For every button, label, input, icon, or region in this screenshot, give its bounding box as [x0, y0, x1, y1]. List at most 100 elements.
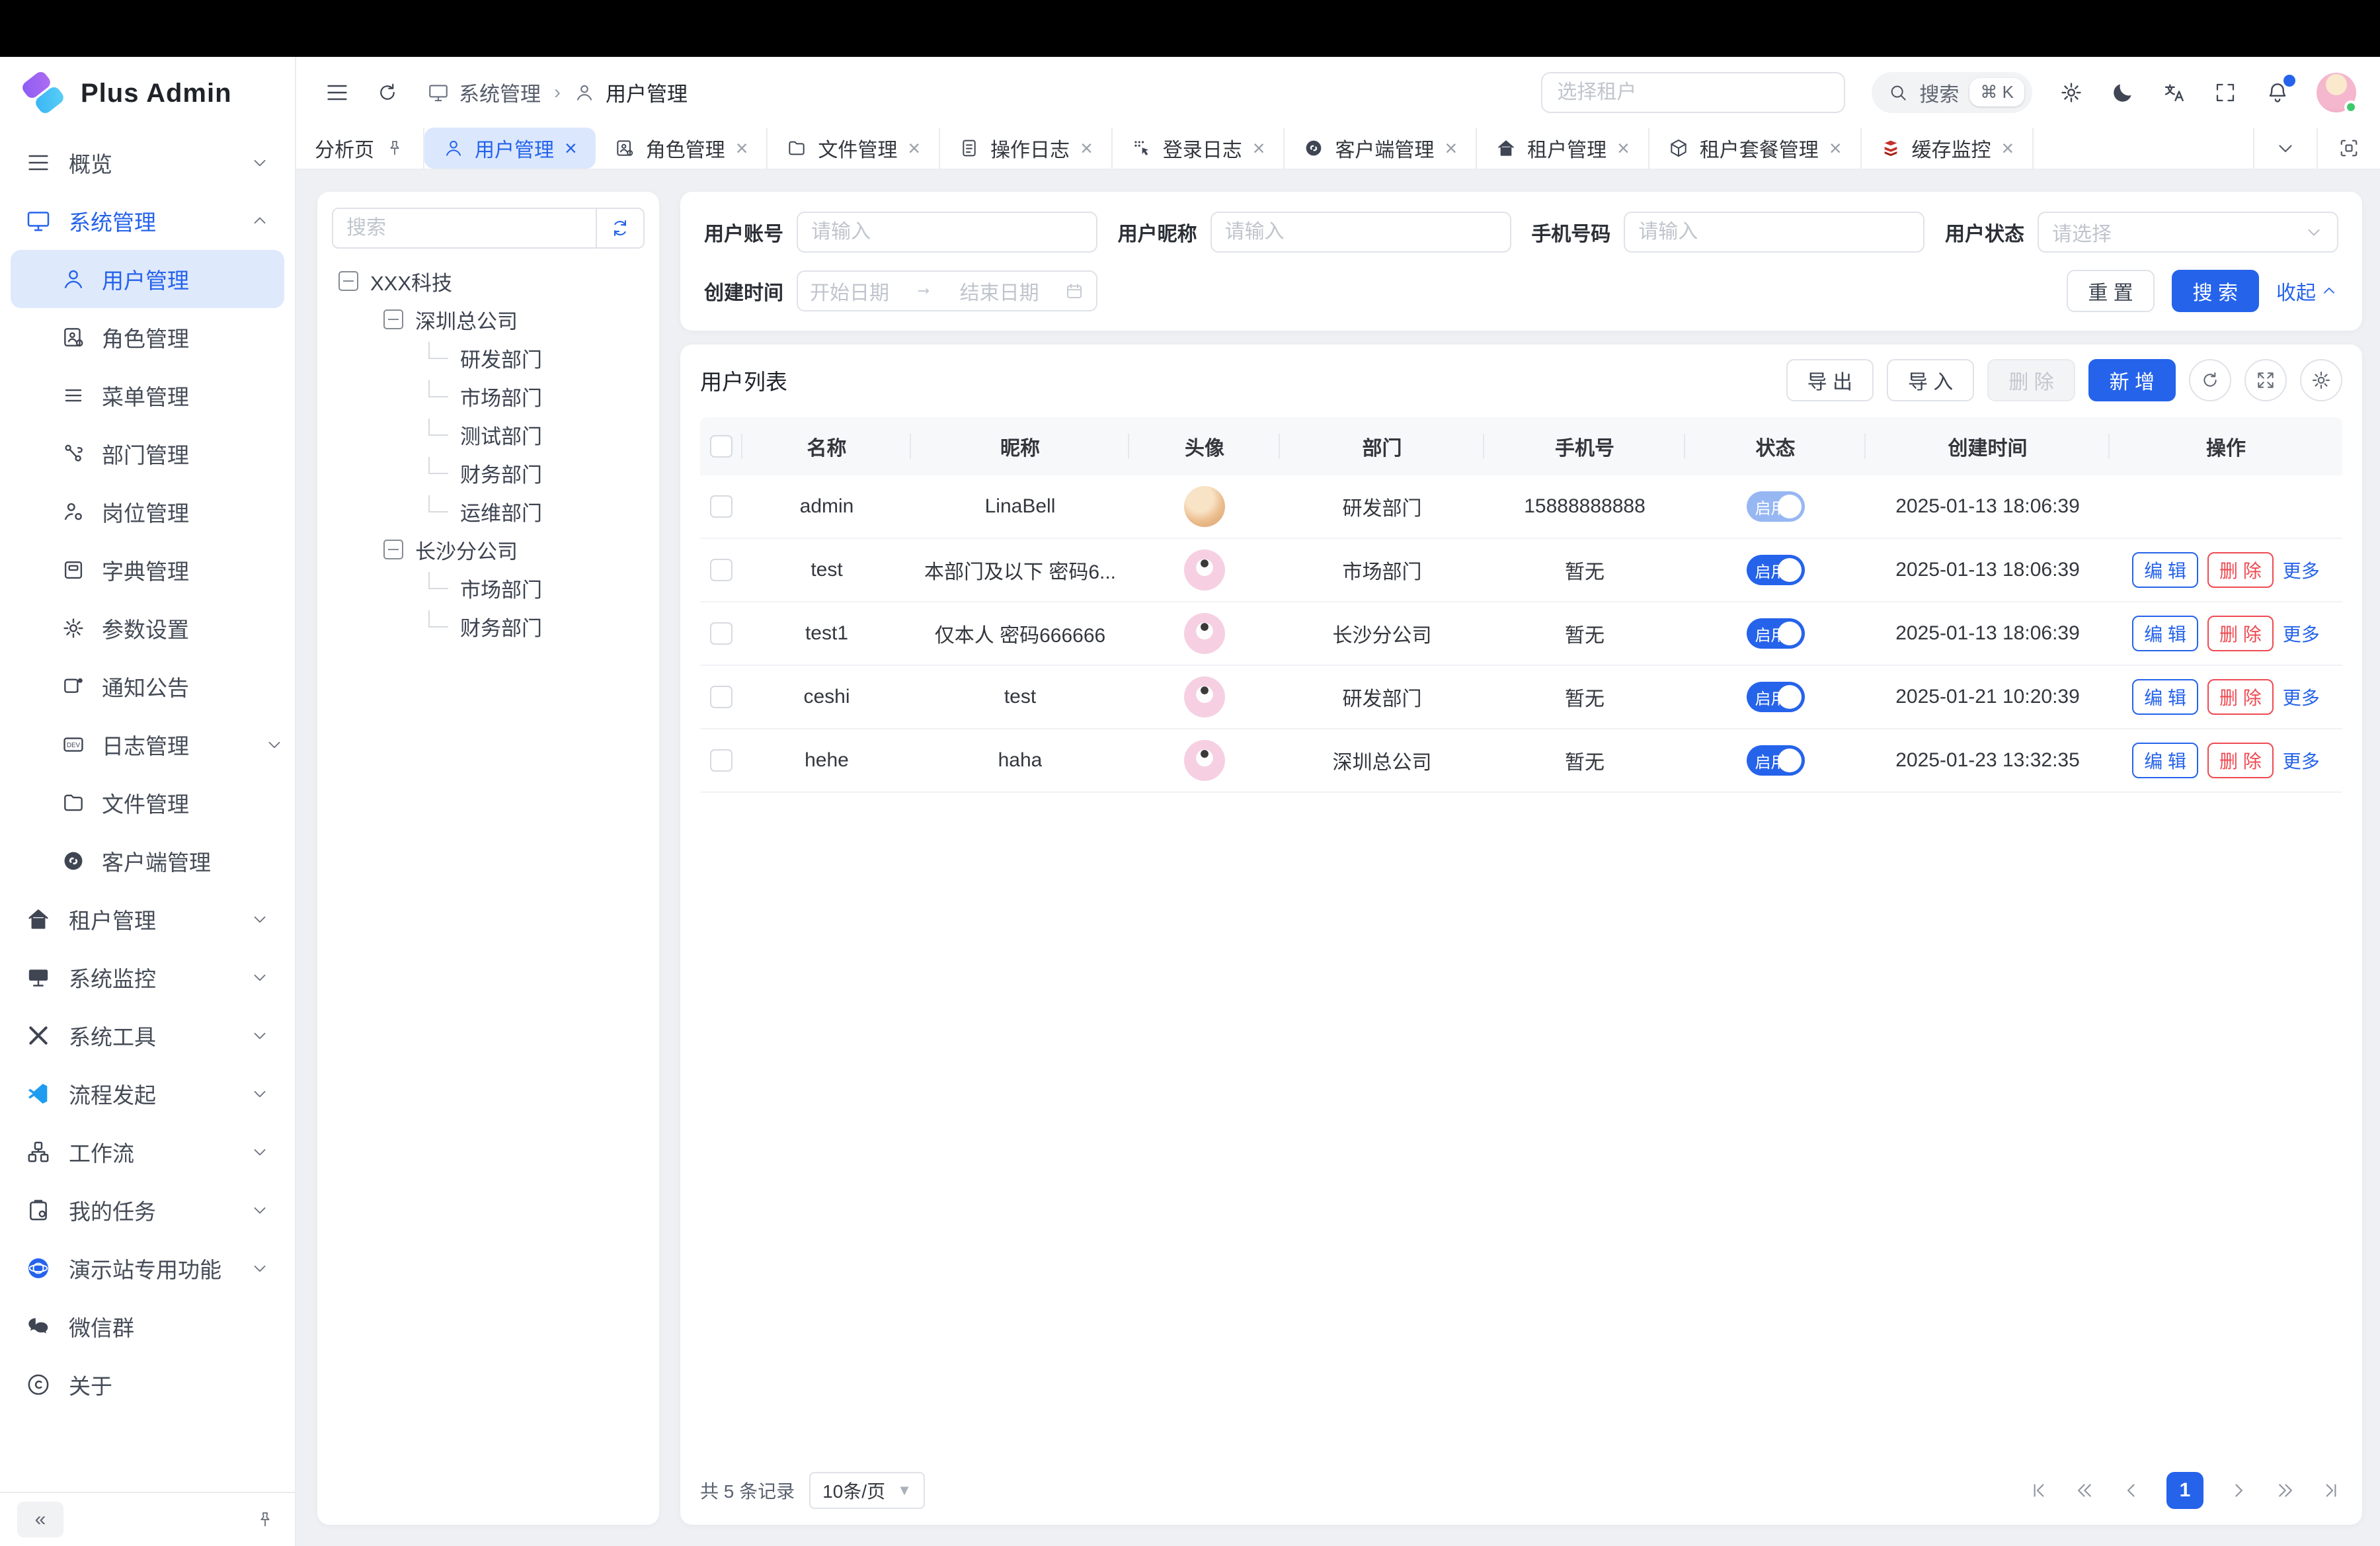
table-settings-button[interactable]: [2300, 359, 2342, 401]
add-button[interactable]: 新 增: [2088, 359, 2176, 401]
create-time-range-picker[interactable]: 开始日期 结束日期: [797, 270, 1097, 311]
table-refresh-button[interactable]: [2189, 359, 2231, 401]
tree-search-input[interactable]: [332, 208, 596, 249]
tree-node[interactable]: 财务部门: [332, 607, 645, 645]
pin-icon[interactable]: [385, 138, 405, 158]
sidebar-item[interactable]: 字典管理: [11, 541, 284, 599]
settings-gear-icon[interactable]: [2059, 80, 2084, 105]
export-button[interactable]: 导 出: [1786, 359, 1874, 401]
sidebar-item[interactable]: 系统监控: [0, 948, 295, 1006]
user-nickname-input[interactable]: [1210, 212, 1511, 253]
language-translate-icon[interactable]: [2162, 80, 2187, 105]
current-page-button[interactable]: 1: [2166, 1472, 2203, 1509]
status-toggle[interactable]: 启用: [1747, 682, 1805, 712]
first-page-button[interactable]: [2028, 1479, 2050, 1502]
tab[interactable]: 客户端管理×: [1285, 128, 1477, 169]
batch-delete-button[interactable]: 删 除: [1987, 359, 2075, 401]
page-size-select[interactable]: 10条/页 ▼: [809, 1472, 925, 1509]
more-button[interactable]: 更多: [2283, 557, 2320, 583]
sidebar-item[interactable]: 部门管理: [11, 425, 284, 483]
status-toggle[interactable]: 启用: [1747, 491, 1805, 522]
tab[interactable]: 角色管理×: [596, 128, 768, 169]
jump-back-button[interactable]: [2074, 1479, 2096, 1502]
sidebar-item[interactable]: 系统工具: [0, 1006, 295, 1065]
reset-button[interactable]: 重 置: [2067, 270, 2154, 312]
tab[interactable]: 操作日志×: [940, 128, 1113, 169]
close-icon[interactable]: ×: [1080, 138, 1093, 159]
tab[interactable]: 文件管理×: [768, 128, 940, 169]
app-logo[interactable]: Plus Admin: [0, 57, 295, 130]
sidebar-item[interactable]: 通知公告: [11, 657, 284, 715]
refresh-icon[interactable]: [376, 81, 402, 104]
more-button[interactable]: 更多: [2283, 684, 2320, 710]
edit-button[interactable]: 编 辑: [2132, 552, 2198, 588]
tabs-dropdown-button[interactable]: [2253, 128, 2317, 169]
sidebar-item[interactable]: 流程发起: [0, 1065, 295, 1123]
close-icon[interactable]: ×: [1253, 138, 1265, 159]
global-search[interactable]: 搜索 ⌘ K: [1872, 72, 2032, 113]
close-icon[interactable]: ×: [1445, 138, 1457, 159]
last-page-button[interactable]: [2320, 1479, 2342, 1502]
close-icon[interactable]: ×: [565, 138, 577, 159]
tree-node[interactable]: 长沙分公司: [332, 530, 645, 569]
sidebar-item[interactable]: 系统管理: [0, 192, 295, 250]
tree-node[interactable]: 财务部门: [332, 454, 645, 492]
edit-button[interactable]: 编 辑: [2132, 679, 2198, 715]
delete-button[interactable]: 删 除: [2207, 679, 2274, 715]
content-fullscreen-button[interactable]: [2317, 128, 2380, 169]
close-icon[interactable]: ×: [2002, 138, 2014, 159]
more-button[interactable]: 更多: [2283, 747, 2320, 774]
tab[interactable]: 缓存监控×: [1862, 128, 2034, 169]
tree-expander[interactable]: [338, 271, 358, 291]
tenant-select-input[interactable]: [1541, 72, 1845, 113]
collapse-filters-link[interactable]: 收起: [2276, 276, 2338, 305]
tab[interactable]: 用户管理×: [424, 128, 596, 169]
previous-page-button[interactable]: [2120, 1479, 2143, 1502]
tree-node[interactable]: 运维部门: [332, 492, 645, 530]
tree-node[interactable]: 深圳总公司: [332, 300, 645, 339]
tab[interactable]: 登录日志×: [1113, 128, 1285, 169]
close-icon[interactable]: ×: [908, 138, 920, 159]
menu-toggle-icon[interactable]: [324, 79, 350, 106]
tab[interactable]: 租户管理×: [1477, 128, 1649, 169]
close-icon[interactable]: ×: [736, 138, 748, 159]
table-fullscreen-button[interactable]: [2244, 359, 2287, 401]
user-status-select[interactable]: 请选择: [2038, 212, 2338, 253]
sidebar-item[interactable]: 角色管理: [11, 308, 284, 366]
import-button[interactable]: 导 入: [1887, 359, 1974, 401]
sidebar-item[interactable]: 文件管理: [11, 774, 284, 832]
sidebar-item[interactable]: 演示站专用功能: [0, 1239, 295, 1297]
tree-expander[interactable]: [383, 309, 403, 329]
close-icon[interactable]: ×: [1829, 138, 1842, 159]
row-checkbox[interactable]: [710, 622, 733, 645]
status-toggle[interactable]: 启用: [1747, 745, 1805, 776]
row-checkbox[interactable]: [710, 559, 733, 581]
sidebar-item[interactable]: 菜单管理: [11, 366, 284, 425]
select-all-checkbox[interactable]: [710, 435, 733, 458]
status-toggle[interactable]: 启用: [1747, 618, 1805, 649]
tree-node[interactable]: 市场部门: [332, 569, 645, 607]
next-page-button[interactable]: [2227, 1479, 2250, 1502]
sidebar-collapse-button[interactable]: «: [17, 1502, 63, 1537]
sidebar-item[interactable]: 租户管理: [0, 890, 295, 948]
sidebar-item[interactable]: DEV日志管理: [11, 715, 284, 774]
pin-icon[interactable]: [255, 1510, 278, 1529]
edit-button[interactable]: 编 辑: [2132, 743, 2198, 778]
tree-node[interactable]: 研发部门: [332, 339, 645, 377]
user-avatar[interactable]: [2317, 73, 2356, 112]
status-toggle[interactable]: 启用: [1747, 555, 1805, 585]
sidebar-item[interactable]: 微信群: [0, 1297, 295, 1356]
close-icon[interactable]: ×: [1617, 138, 1630, 159]
tree-node[interactable]: XXX科技: [332, 262, 645, 300]
tree-refresh-button[interactable]: [596, 208, 645, 249]
row-checkbox[interactable]: [710, 495, 733, 518]
tab[interactable]: 分析页: [296, 128, 424, 169]
sidebar-item[interactable]: 参数设置: [11, 599, 284, 657]
sidebar-item[interactable]: 岗位管理: [11, 483, 284, 541]
sidebar-item[interactable]: 我的任务: [0, 1181, 295, 1239]
delete-button[interactable]: 删 除: [2207, 743, 2274, 778]
jump-forward-button[interactable]: [2274, 1479, 2296, 1502]
dark-mode-moon-icon[interactable]: [2110, 80, 2135, 105]
sidebar-item[interactable]: 概览: [0, 134, 295, 192]
user-account-input[interactable]: [797, 212, 1097, 253]
